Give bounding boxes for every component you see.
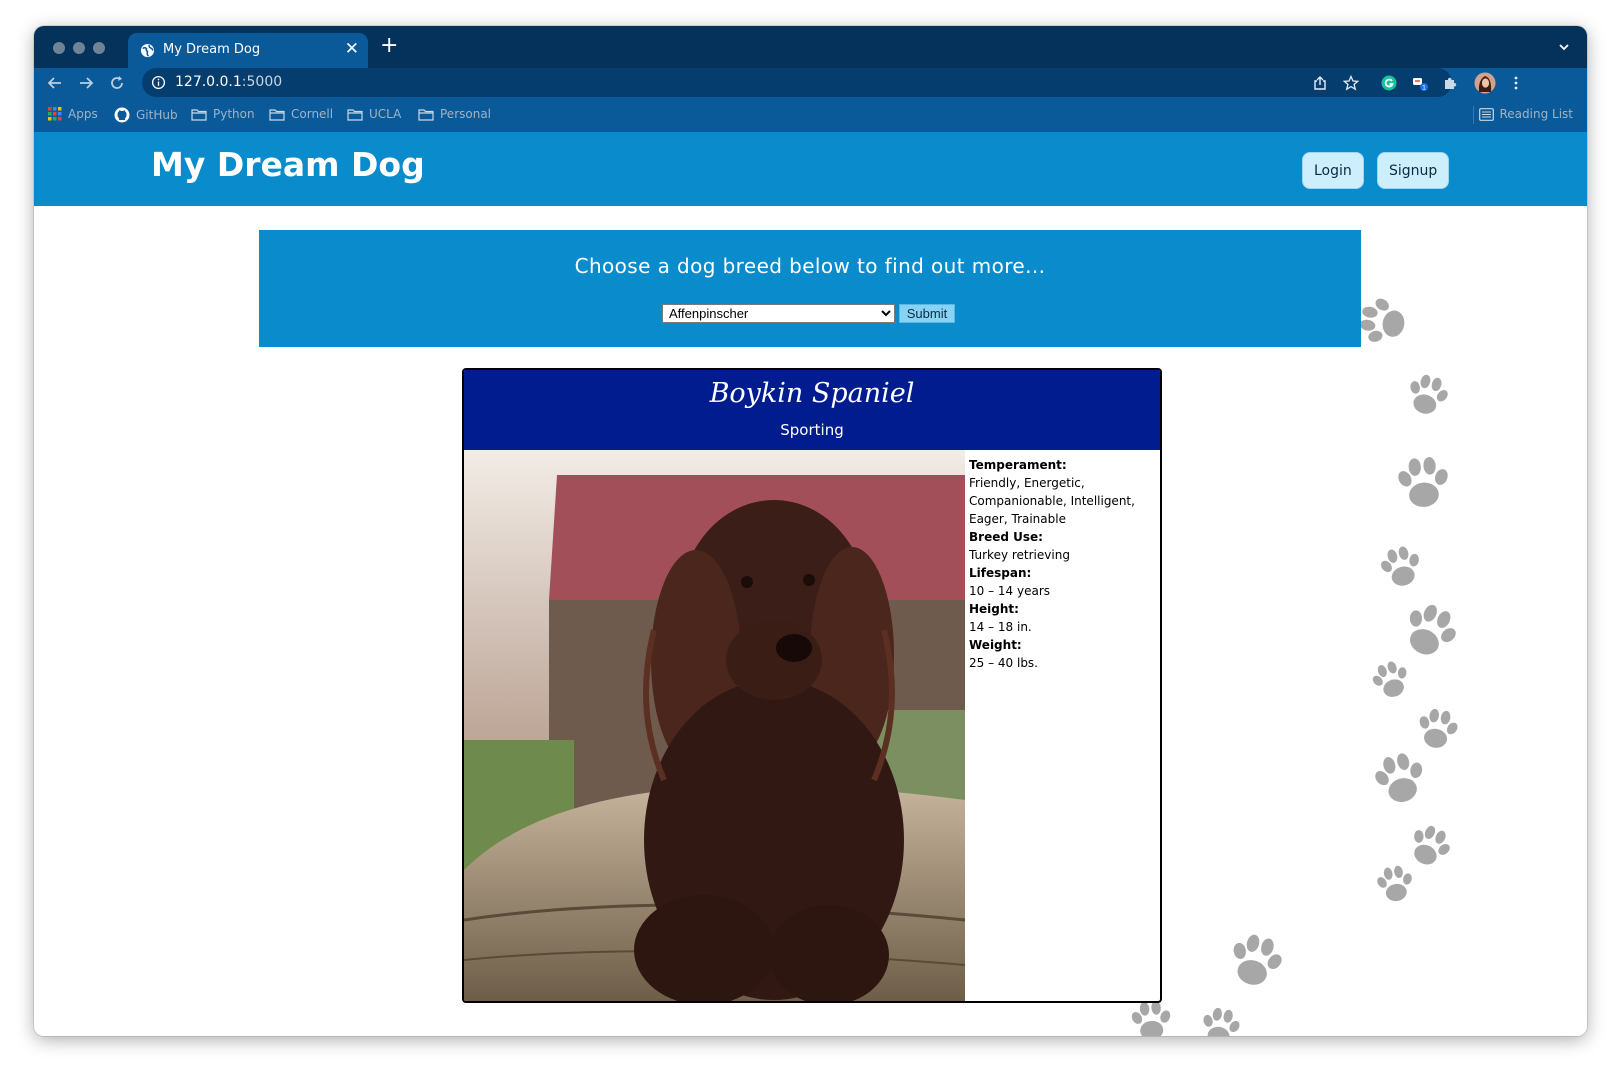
bookmark-apps[interactable]: Apps xyxy=(48,107,98,121)
breed-group: Sporting xyxy=(780,421,844,439)
fact-value: 14 – 18 in. xyxy=(969,620,1032,634)
reading-list-label: Reading List xyxy=(1499,107,1574,121)
fact-value: Friendly, Energetic, Companionable, Inte… xyxy=(969,476,1135,526)
extension-icon[interactable]: 1 xyxy=(1412,75,1428,91)
reading-list-button[interactable]: Reading List xyxy=(1478,107,1574,121)
bookmark-folder-cornell[interactable]: Cornell xyxy=(269,107,333,121)
fact-label: Breed Use: xyxy=(969,530,1043,544)
bookmark-label: GitHub xyxy=(136,108,178,122)
fact-label: Height: xyxy=(969,602,1019,616)
bookmark-label: Apps xyxy=(68,107,98,121)
toolbar: 127.0.0.1:5000 1 xyxy=(34,68,1587,98)
dog-photo xyxy=(464,450,965,1001)
chevron-down-icon[interactable] xyxy=(1557,40,1571,54)
extension-badge: 1 xyxy=(1422,85,1426,92)
login-button[interactable]: Login xyxy=(1302,152,1364,189)
breed-card: Boykin Spaniel Sporting Temperament: Fri… xyxy=(462,368,1162,1003)
apps-grid-icon xyxy=(48,107,62,121)
bookmark-folder-personal[interactable]: Personal xyxy=(418,107,491,121)
grammarly-icon[interactable] xyxy=(1381,75,1397,91)
globe-icon xyxy=(140,43,155,58)
breed-info: Temperament: Friendly, Energetic, Compan… xyxy=(969,456,1154,672)
site-header: My Dream Dog Login Signup xyxy=(34,132,1587,206)
fact-value: Turkey retrieving xyxy=(969,548,1070,562)
close-window-button[interactable] xyxy=(53,42,65,54)
site-title[interactable]: My Dream Dog xyxy=(151,145,425,184)
bookmark-label: Python xyxy=(213,107,255,121)
folder-icon xyxy=(269,108,285,121)
github-icon xyxy=(114,107,130,123)
folder-icon xyxy=(347,108,363,121)
reload-icon[interactable] xyxy=(109,75,125,91)
profile-avatar[interactable] xyxy=(1474,72,1496,94)
forward-arrow-icon[interactable] xyxy=(78,75,94,91)
info-icon[interactable] xyxy=(151,75,166,90)
zoom-window-button[interactable] xyxy=(93,42,105,54)
bookmark-label: UCLA xyxy=(369,107,402,121)
star-icon[interactable] xyxy=(1343,75,1359,91)
bookmark-github[interactable]: GitHub xyxy=(114,107,178,123)
chooser-prompt: Choose a dog breed below to find out mor… xyxy=(574,254,1046,278)
bookmark-label: Personal xyxy=(440,107,492,121)
fact-value: 10 – 14 years xyxy=(969,584,1051,598)
tab-strip: My Dream Dog ✕ + xyxy=(34,26,1587,68)
tab-title: My Dream Dog xyxy=(163,42,261,57)
folder-icon xyxy=(418,108,434,121)
bookmark-folder-python[interactable]: Python xyxy=(191,107,255,121)
minimize-window-button[interactable] xyxy=(73,42,85,54)
bookmark-folder-ucla[interactable]: UCLA xyxy=(347,107,401,121)
bookmarks-bar: Apps GitHub Python Cornell UCLA Personal… xyxy=(34,98,1587,133)
bookmark-label: Cornell xyxy=(291,107,334,121)
tab-close-icon[interactable]: ✕ xyxy=(345,39,359,59)
share-icon[interactable] xyxy=(1312,75,1328,91)
signup-button[interactable]: Signup xyxy=(1377,152,1450,189)
breed-chooser-panel: Choose a dog breed below to find out mor… xyxy=(259,230,1361,347)
back-arrow-icon[interactable] xyxy=(47,75,63,91)
page-viewport: My Dream Dog Login Signup Choose a dog b… xyxy=(34,132,1587,1036)
reading-list-icon xyxy=(1478,107,1494,121)
bookmarks-divider xyxy=(1473,106,1474,124)
kebab-menu-icon[interactable] xyxy=(1508,75,1524,91)
fact-label: Temperament: xyxy=(969,458,1067,472)
address-bar[interactable]: 127.0.0.1:5000 xyxy=(142,68,1452,97)
puzzle-icon[interactable] xyxy=(1443,75,1459,91)
breed-select[interactable]: Affenpinscher xyxy=(662,304,895,323)
fact-value: 25 – 40 lbs. xyxy=(969,656,1038,670)
breed-name: Boykin Spaniel xyxy=(709,378,915,409)
folder-icon xyxy=(191,108,207,121)
new-tab-button[interactable]: + xyxy=(380,35,398,57)
fact-label: Lifespan: xyxy=(969,566,1032,580)
browser-window: My Dream Dog ✕ + 127.0.0.1:5000 1 Apps G… xyxy=(34,26,1587,1036)
tab-my-dream-dog[interactable]: My Dream Dog ✕ xyxy=(128,33,368,68)
fact-label: Weight: xyxy=(969,638,1022,652)
breed-card-header: Boykin Spaniel Sporting xyxy=(464,370,1160,450)
url-text: 127.0.0.1:5000 xyxy=(175,74,283,90)
submit-button[interactable]: Submit xyxy=(899,304,955,323)
